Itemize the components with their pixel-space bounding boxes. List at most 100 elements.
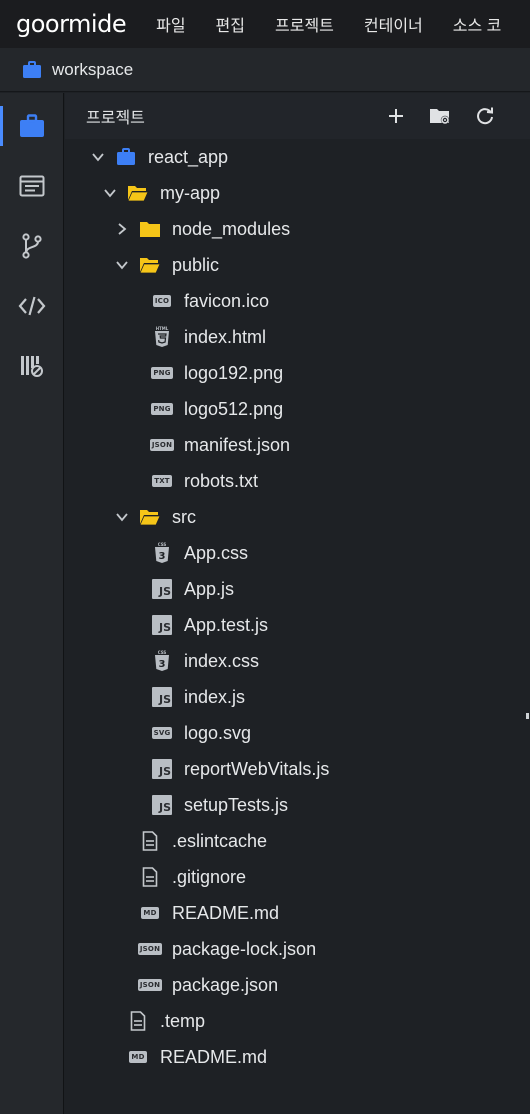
folder-open-icon xyxy=(139,254,161,276)
tree-file-row[interactable]: JSON package.json xyxy=(65,967,530,1003)
new-file-button[interactable] xyxy=(385,105,407,127)
tree-item-label: reportWebVitals.js xyxy=(184,759,330,779)
tree-item-label: README.md xyxy=(160,1047,268,1067)
tree-item-label: logo512.png xyxy=(184,399,284,419)
document-file-icon xyxy=(139,866,161,888)
menu-source-control[interactable]: 소스 코 xyxy=(453,12,502,36)
svg-text:CSS: CSS xyxy=(158,542,167,547)
plus-icon xyxy=(389,109,403,123)
json-file-icon: JSON xyxy=(149,439,175,451)
tree-item-label: logo.svg xyxy=(184,723,252,743)
tree-item-label: App.test.js xyxy=(184,615,269,635)
tree-folder-row[interactable]: node_modules xyxy=(65,211,530,247)
html5-file-icon: HTML xyxy=(151,326,173,348)
tree-file-row[interactable]: MD README.md xyxy=(65,895,530,931)
project-panel-header: 프로젝트 xyxy=(65,93,530,139)
git-branch-icon xyxy=(22,233,42,259)
js-file-icon: JS xyxy=(151,578,173,600)
tree-item-label: public xyxy=(172,255,220,275)
svg-text:3: 3 xyxy=(159,659,166,670)
tree-item-label: package-lock.json xyxy=(172,939,317,959)
png-file-icon: PNG xyxy=(151,367,173,379)
refresh-button[interactable] xyxy=(474,105,496,127)
activity-code-button[interactable] xyxy=(0,276,64,336)
tree-file-row[interactable]: JSON package-lock.json xyxy=(65,931,530,967)
tree-item-label: robots.txt xyxy=(184,471,259,491)
tree-item-label: index.html xyxy=(184,327,267,347)
tree-item-label: index.js xyxy=(184,687,246,707)
txt-file-icon: TXT xyxy=(152,475,172,487)
svg-file-icon: SVG xyxy=(151,727,173,739)
tree-file-row[interactable]: MD README.md xyxy=(65,1039,530,1075)
js-file-icon: JS xyxy=(151,758,173,780)
terminal-window-icon xyxy=(19,175,45,197)
code-brackets-icon xyxy=(18,296,46,316)
tree-file-row[interactable]: TXT robots.txt xyxy=(65,463,530,499)
refresh-icon xyxy=(477,107,493,125)
folder-open-icon xyxy=(139,506,161,528)
tree-item-label: App.js xyxy=(184,579,235,599)
tree-file-row[interactable]: JSON manifest.json xyxy=(65,427,530,463)
tree-item-label: package.json xyxy=(172,975,279,995)
css3-file-icon: CSS 3 xyxy=(151,542,173,564)
project-panel: 프로젝트 react_app my-app node_modulespublic IC… xyxy=(65,93,530,1114)
scroll-edge-marker xyxy=(526,713,529,719)
css3-file-icon: CSS 3 xyxy=(151,650,173,672)
svg-text:CSS: CSS xyxy=(158,650,167,655)
goormide-logo[interactable]: goormide xyxy=(16,10,127,38)
tree-item-label: README.md xyxy=(172,903,280,923)
folder-settings-icon xyxy=(430,109,450,125)
tree-item-label: react_app xyxy=(148,147,229,167)
chevron-right-icon[interactable] xyxy=(115,222,129,236)
tree-folder-row[interactable]: public xyxy=(65,247,530,283)
tree-folder-row[interactable]: my-app xyxy=(65,175,530,211)
project-briefcase-icon xyxy=(115,146,137,168)
tree-file-row[interactable]: CSS 3 App.css xyxy=(65,535,530,571)
tree-file-row[interactable]: .eslintcache xyxy=(65,823,530,859)
activity-extension-button[interactable] xyxy=(0,336,64,396)
tree-folder-row[interactable]: src xyxy=(65,499,530,535)
chevron-down-icon[interactable] xyxy=(115,258,129,272)
activity-terminal-button[interactable] xyxy=(0,156,64,216)
workspace-bar: workspace xyxy=(0,48,530,92)
tree-file-row[interactable]: PNG logo192.png xyxy=(65,355,530,391)
tree-file-row[interactable]: SVG logo.svg xyxy=(65,715,530,751)
tree-file-row[interactable]: JS setupTests.js xyxy=(65,787,530,823)
chevron-down-icon[interactable] xyxy=(115,510,129,524)
tree-file-row[interactable]: ICO favicon.ico xyxy=(65,283,530,319)
tree-file-row[interactable]: JS index.js xyxy=(65,679,530,715)
activity-project-button[interactable] xyxy=(0,96,64,156)
tree-file-row[interactable]: CSS 3 index.css xyxy=(65,643,530,679)
briefcase-icon xyxy=(20,114,44,137)
tree-item-label: .eslintcache xyxy=(172,831,268,851)
activity-git-button[interactable] xyxy=(0,216,64,276)
tree-file-row[interactable]: PNG logo512.png xyxy=(65,391,530,427)
menu-file[interactable]: 파일 xyxy=(156,12,185,36)
tree-file-row[interactable]: HTML index.html xyxy=(65,319,530,355)
folder-settings-button[interactable] xyxy=(429,105,451,127)
workspace-briefcase-icon xyxy=(23,60,41,78)
md-file-icon: MD xyxy=(141,907,159,919)
md-file-icon: MD xyxy=(129,1051,147,1063)
js-file-icon: JS xyxy=(151,614,173,636)
chevron-down-icon[interactable] xyxy=(91,150,105,164)
tree-file-row[interactable]: .gitignore xyxy=(65,859,530,895)
tree-file-row[interactable]: JS reportWebVitals.js xyxy=(65,751,530,787)
folder-icon xyxy=(139,218,161,240)
extension-icon xyxy=(21,356,43,377)
tree-file-row[interactable]: JS App.js xyxy=(65,571,530,607)
tree-item-label: setupTests.js xyxy=(184,795,289,815)
tree-file-row[interactable]: JS App.test.js xyxy=(65,607,530,643)
panel-title: 프로젝트 xyxy=(86,110,145,127)
svg-text:HTML: HTML xyxy=(156,326,169,331)
chevron-down-icon[interactable] xyxy=(103,186,117,200)
tree-item-label: logo192.png xyxy=(184,363,284,383)
tree-file-row[interactable]: .temp xyxy=(65,1003,530,1039)
png-file-icon: PNG xyxy=(151,403,173,415)
tree-folder-row[interactable]: react_app xyxy=(65,139,530,175)
workspace-label[interactable]: workspace xyxy=(52,60,133,80)
menu-project[interactable]: 프로젝트 xyxy=(275,12,334,36)
menu-container[interactable]: 컨테이너 xyxy=(364,12,423,36)
json-file-icon: JSON xyxy=(137,943,163,955)
menu-edit[interactable]: 편집 xyxy=(216,12,245,36)
